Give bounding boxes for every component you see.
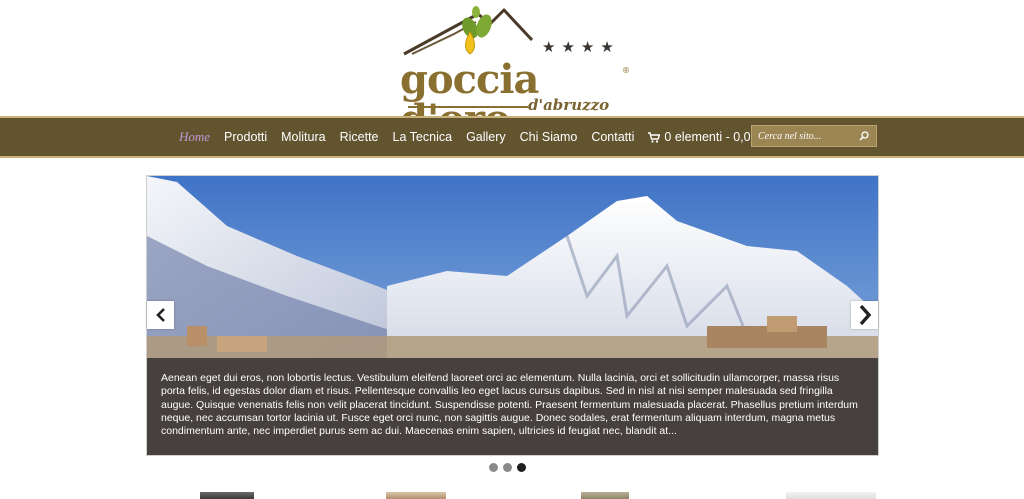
nav-item-molitura[interactable]: Molitura xyxy=(281,130,325,144)
hero-slider: Aenean eget dui eros, non lobortis lectu… xyxy=(146,175,879,456)
nav-item-prodotti[interactable]: Prodotti xyxy=(224,130,267,144)
nav-item-contatti[interactable]: Contatti xyxy=(591,130,634,144)
logo-stars: ★★★★ xyxy=(542,38,620,56)
logo-registered-mark: ® xyxy=(622,66,630,75)
product-thumbnail[interactable] xyxy=(786,492,876,499)
nav-item-ricette[interactable]: Ricette xyxy=(340,130,379,144)
product-thumbnail[interactable] xyxy=(581,492,629,499)
main-nav: Home Prodotti Molitura Ricette La Tecnic… xyxy=(172,118,775,156)
product-thumbnails-row xyxy=(0,492,1024,499)
product-thumbnail[interactable] xyxy=(200,492,254,499)
slider-dot-3[interactable] xyxy=(517,463,526,472)
slider-dot-2[interactable] xyxy=(503,463,512,472)
nav-item-la-tecnica[interactable]: La Tecnica xyxy=(393,130,453,144)
main-navbar: Home Prodotti Molitura Ricette La Tecnic… xyxy=(0,116,1024,158)
slider-next-button[interactable] xyxy=(851,301,878,329)
logo-divider-line xyxy=(408,106,528,108)
header: ★★★★ goccia d'oro ® d'abruzzo xyxy=(0,0,1024,140)
slide-caption: Aenean eget dui eros, non lobortis lectu… xyxy=(147,358,878,455)
nav-item-chi-siamo[interactable]: Chi Siamo xyxy=(520,130,578,144)
cart-icon xyxy=(648,131,661,143)
chevron-right-icon xyxy=(859,304,871,326)
product-thumbnail[interactable] xyxy=(386,492,446,499)
search-input[interactable] xyxy=(758,128,854,144)
nav-item-gallery[interactable]: Gallery xyxy=(466,130,506,144)
site-logo[interactable]: ★★★★ goccia d'oro ® d'abruzzo xyxy=(392,2,632,140)
slider-prev-button[interactable] xyxy=(147,301,174,329)
logo-subtitle: d'abruzzo xyxy=(528,96,610,114)
chevron-left-icon xyxy=(155,308,165,322)
search-box xyxy=(751,125,877,147)
search-icon[interactable] xyxy=(859,131,869,141)
slider-dot-1[interactable] xyxy=(489,463,498,472)
slider-pagination xyxy=(489,463,531,472)
nav-item-home[interactable]: Home xyxy=(179,129,210,145)
